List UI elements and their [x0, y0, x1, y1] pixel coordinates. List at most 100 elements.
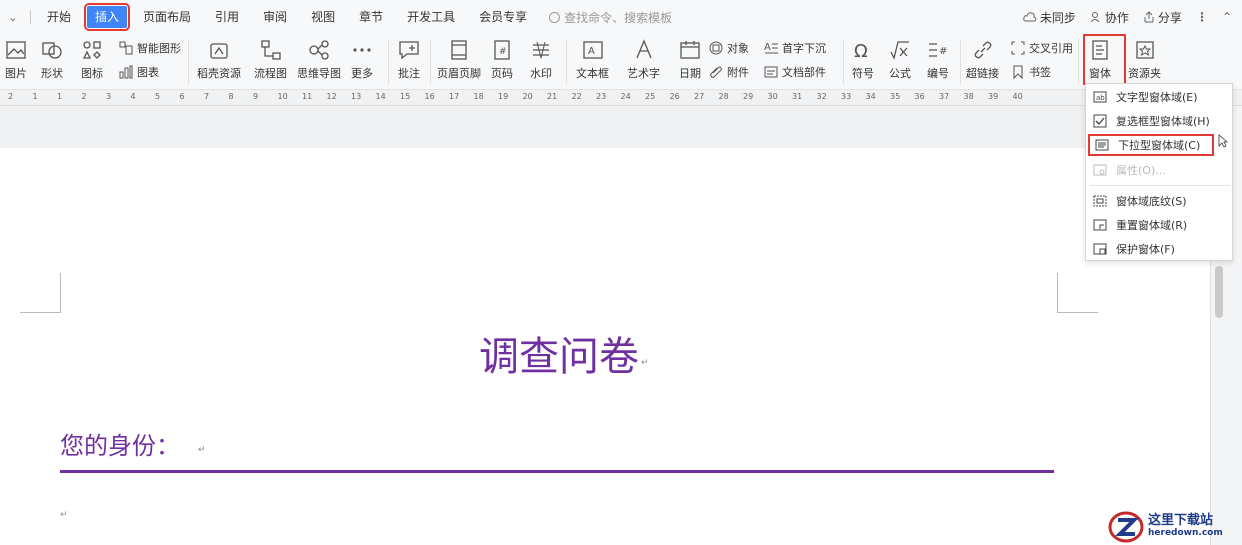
ruler-tick-label: 3 [106, 92, 112, 101]
attachment-button[interactable]: 附件 [708, 64, 749, 80]
watermark-button[interactable]: 水印 [529, 38, 553, 81]
mouse-cursor-icon [1218, 134, 1228, 148]
tab-member[interactable]: 会员专享 [467, 6, 539, 28]
ruler-tick-label: 28 [718, 92, 729, 101]
formula-icon [890, 41, 909, 60]
chevron-down-icon[interactable]: ⌄ [0, 11, 26, 24]
collaborate-button[interactable]: 协作 [1090, 9, 1129, 26]
link-icon [974, 41, 991, 59]
bookmark-label: 书签 [1029, 66, 1051, 79]
shape-button[interactable]: 形状 [40, 38, 64, 81]
ruler-tick-label: 34 [865, 92, 876, 101]
ruler-tick-label: 19 [498, 92, 509, 101]
shape-label: 形状 [41, 67, 63, 80]
ruler-tick-label: 39 [988, 92, 999, 101]
collapse-chevron-icon[interactable]: ⌃ [1222, 10, 1232, 24]
chart-icon [119, 65, 133, 79]
flowchart-button[interactable]: 流程图 [254, 38, 287, 81]
icon-library-icon [82, 41, 101, 59]
ribbon-divider [843, 40, 844, 84]
textbox-button[interactable]: A 文本框 [576, 38, 609, 81]
tab-developer[interactable]: 开发工具 [395, 6, 467, 28]
smart-shape-button[interactable]: 智能图形 [118, 40, 181, 56]
flowchart-icon [260, 40, 281, 60]
ruler-tick-label: 29 [743, 92, 754, 101]
doc-parts-button[interactable]: 文档部件 [763, 64, 826, 80]
icon-library-button[interactable]: 图标 [80, 38, 104, 81]
menu-item-text-form-field[interactable]: ab 文字型窗体域(E) [1086, 86, 1234, 108]
tab-references[interactable]: 引用 [203, 6, 251, 28]
menu-item-field-shading[interactable]: 窗体域底纹(S) [1086, 190, 1234, 212]
ruler-tick-label: 15 [400, 92, 411, 101]
checkbox-icon [1092, 113, 1108, 129]
tab-page-layout[interactable]: 页面布局 [131, 6, 203, 28]
numbering-button[interactable]: # 编号 [926, 38, 950, 81]
command-search[interactable]: 查找命令、搜索模板 [549, 9, 672, 26]
cross-reference-icon [1011, 41, 1025, 55]
formula-button[interactable]: 公式 [888, 38, 912, 81]
ruler-tick-label: 21 [547, 92, 558, 101]
cross-reference-button[interactable]: 交叉引用 [1010, 40, 1073, 56]
more-options-icon[interactable]: ⋮ [1196, 10, 1208, 24]
date-label: 日期 [679, 67, 701, 80]
document-title[interactable]: 调查问卷 [0, 324, 1118, 382]
ruler-tick-label: 25 [645, 92, 656, 101]
svg-text:#: # [499, 47, 507, 57]
tab-section[interactable]: 章节 [347, 6, 395, 28]
ruler-tick-label: 5 [155, 92, 161, 101]
hyperlink-button[interactable]: 超链接 [966, 38, 999, 81]
sync-status-label: 未同步 [1039, 10, 1076, 25]
shell-icon [210, 43, 228, 59]
ruler-tick-label: 12 [326, 92, 337, 101]
smart-shape-icon [119, 41, 133, 55]
bookmark-button[interactable]: 书签 [1010, 64, 1051, 80]
bookmark-icon [1013, 65, 1023, 80]
tab-insert[interactable]: 插入 [84, 3, 131, 31]
ribbon-divider [188, 40, 189, 84]
menu-item-dropdown-form-field[interactable]: 下拉型窗体域(C) [1088, 134, 1214, 156]
doc-parts-icon [764, 66, 778, 78]
tab-review[interactable]: 审阅 [251, 6, 299, 28]
menu-item-label: 下拉型窗体域(C) [1118, 139, 1201, 152]
page-number-button[interactable]: # 页码 [490, 38, 514, 81]
more-dots-icon [353, 48, 371, 52]
more-button[interactable]: 更多 [350, 38, 374, 81]
ruler-tick-label: 1 [57, 92, 63, 101]
search-icon [549, 11, 561, 23]
ruler-tick-label: 37 [939, 92, 950, 101]
search-placeholder: 查找命令、搜索模板 [564, 10, 673, 25]
menu-item-protect-form[interactable]: 保护窗体(F) [1086, 238, 1234, 260]
object-button[interactable]: 对象 [708, 40, 749, 56]
menu-item-checkbox-form-field[interactable]: 复选框型窗体域(H) [1086, 110, 1234, 132]
ruler-tick-label: 36 [914, 92, 925, 101]
header-footer-button[interactable]: 页眉页脚 [437, 38, 481, 81]
comment-button[interactable]: 批注 [397, 38, 421, 81]
scrollbar-thumb[interactable] [1215, 266, 1223, 318]
ribbon-divider [566, 40, 567, 84]
flowchart-label: 流程图 [254, 67, 287, 80]
shell-resource-button[interactable]: 稻壳资源 [197, 38, 241, 81]
menu-item-label: 复选框型窗体域(H) [1116, 115, 1210, 128]
ruler-tick-label: 13 [351, 92, 362, 101]
tab-home[interactable]: 开始 [35, 6, 83, 28]
chart-button[interactable]: 图表 [118, 64, 159, 80]
tab-view[interactable]: 视图 [299, 6, 347, 28]
horizontal-ruler[interactable]: 2 1 1 2 3 4 5 6 7 8 9 10 11 12 13 14 15 16 17 18 19 20 21 22 23 2… [0, 90, 1242, 106]
drop-cap-button[interactable]: A 首字下沉 [763, 40, 826, 56]
svg-text:A: A [764, 42, 771, 53]
menu-item-reset-form-field[interactable]: 重置窗体域(R) [1086, 214, 1234, 236]
symbol-button[interactable]: Ω 符号 [851, 38, 875, 81]
menu-item-label: 重置窗体域(R) [1116, 219, 1188, 232]
picture-button[interactable]: 图片 [4, 38, 28, 81]
ruler-tick-label: 4 [130, 92, 136, 101]
menu-item-label: 窗体域底纹(S) [1116, 195, 1187, 208]
mindmap-button[interactable]: 思维导图 [297, 38, 341, 81]
share-button[interactable]: 分享 [1143, 9, 1182, 26]
sync-status-button[interactable]: 未同步 [1023, 9, 1076, 26]
section-heading[interactable]: 您的身份： [60, 426, 180, 461]
resources-button[interactable]: 资源夹 [1128, 38, 1161, 81]
wordart-button[interactable]: 艺术字 [627, 38, 660, 81]
heading-underline [60, 470, 1054, 473]
ruler-tick-label: 14 [375, 92, 386, 101]
date-button[interactable]: 日期 [678, 38, 702, 81]
